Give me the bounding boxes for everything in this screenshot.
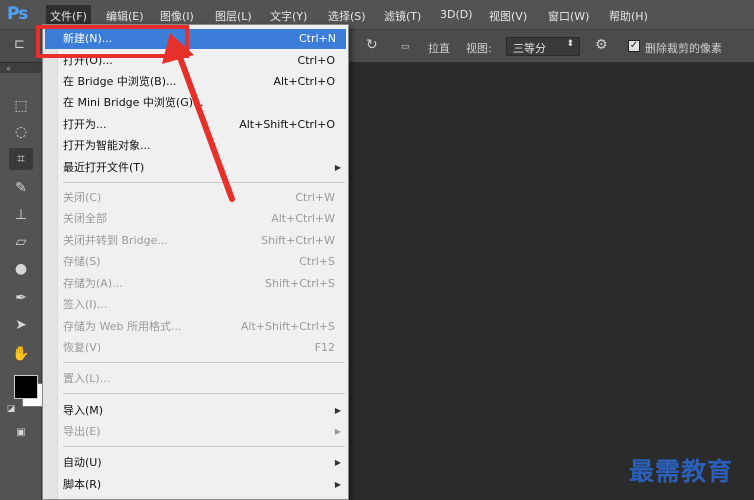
menu-image[interactable]: 图像(I) [160, 8, 194, 24]
collapse-icon[interactable]: « [6, 64, 11, 73]
menu-item-browse-bridge-label: 在 Bridge 中浏览(B)... [63, 75, 177, 88]
path-select-icon[interactable]: ➤ [9, 314, 33, 336]
menu-item-place[interactable]: 置入(L)... [63, 369, 345, 389]
menu-item-close-all-label: 关闭全部 [63, 212, 107, 225]
menu-item-revert-shortcut: F12 [314, 341, 335, 354]
menu-item-revert[interactable]: 恢复(V) F12 [63, 338, 345, 358]
delete-crop-label: 删除裁剪的像素 [645, 42, 722, 55]
menu-item-export[interactable]: 导出(E) ▶ [63, 422, 345, 442]
lasso-icon[interactable]: ◌ [9, 121, 33, 143]
tools-panel: ⬚ ◌ ⌗ ✎ ⊥ ▱ ● ✒ ➤ ✋ ▣ ◪ [0, 73, 42, 500]
menu-item-close-go-bridge-label: 关闭并转到 Bridge... [63, 234, 168, 247]
quick-mask-icon[interactable]: ▣ [9, 422, 33, 444]
menu-item-automate[interactable]: 自动(U) ▶ [63, 453, 345, 473]
menu-item-close-go-bridge[interactable]: 关闭并转到 Bridge... Shift+Ctrl+W [63, 231, 345, 251]
menu-item-automate-label: 自动(U) [63, 456, 102, 469]
straighten-label[interactable]: 拉直 [428, 40, 450, 56]
menu-item-close-label: 关闭(C) [63, 191, 102, 204]
gear-icon[interactable]: ⚙ [595, 37, 608, 53]
menu-item-check-in-label: 签入(I)... [63, 298, 108, 311]
menu-layer[interactable]: 图层(L) [215, 8, 252, 24]
menu-item-open-as-label: 打开为... [63, 118, 107, 131]
menu-item-open-as-shortcut: Alt+Shift+Ctrl+O [239, 118, 335, 131]
menu-item-save-as-shortcut: Shift+Ctrl+S [265, 277, 335, 290]
menu-item-import-label: 导入(M) [63, 404, 104, 417]
menu-type[interactable]: 文字(Y) [270, 8, 307, 24]
menu-item-close-go-bridge-shortcut: Shift+Ctrl+W [261, 234, 335, 247]
menu-item-save-for-web-shortcut: Alt+Shift+Ctrl+S [240, 320, 335, 333]
menu-gutter [43, 25, 58, 499]
view-overlay-value: 三等分 [513, 42, 546, 55]
menu-separator [63, 393, 345, 394]
menu-separator [63, 446, 345, 447]
blur-icon[interactable]: ● [9, 258, 33, 280]
menu-item-save[interactable]: 存储(S) Ctrl+S [63, 252, 345, 272]
menu-item-close-all-shortcut: Alt+Ctrl+W [271, 212, 335, 225]
crop-tool-icon[interactable]: ⊏ [14, 37, 25, 52]
delete-crop-checkbox[interactable]: ✓ [628, 40, 640, 52]
marquee-icon[interactable]: ⬚ [9, 95, 33, 117]
menu-item-recent-files-label: 最近打开文件(T) [63, 161, 145, 174]
menu-3d[interactable]: 3D(D) [440, 8, 473, 21]
menu-item-open-shortcut: Ctrl+O [297, 54, 335, 67]
crop-icon[interactable]: ⌗ [9, 148, 33, 170]
menu-item-save-for-web[interactable]: 存储为 Web 所用格式... Alt+Shift+Ctrl+S [63, 317, 345, 337]
menu-item-close[interactable]: 关闭(C) Ctrl+W [63, 188, 345, 208]
menu-item-import[interactable]: 导入(M) ▶ [63, 401, 345, 421]
annotation-highlight-box [36, 25, 189, 58]
menu-item-scripts-label: 脚本(R) [63, 478, 102, 491]
menu-separator [63, 182, 345, 183]
view-overlay-select[interactable]: 三等分 ⬍ [506, 37, 580, 56]
menu-view[interactable]: 视图(V) [489, 8, 527, 24]
menu-item-place-label: 置入(L)... [63, 372, 111, 385]
view-label: 视图: [466, 42, 492, 55]
menu-item-browse-mini-bridge[interactable]: 在 Mini Bridge 中浏览(G)... [63, 93, 345, 113]
menu-item-close-shortcut: Ctrl+W [295, 191, 335, 204]
submenu-arrow-icon: ▶ [334, 427, 341, 436]
menu-item-browse-bridge-shortcut: Alt+Ctrl+O [273, 75, 335, 88]
menu-item-open-smart-object[interactable]: 打开为智能对象... [63, 136, 345, 156]
pen-icon[interactable]: ✒ [9, 287, 33, 309]
hand-icon[interactable]: ✋ [9, 343, 33, 365]
eyedropper-icon[interactable]: ✎ [9, 177, 33, 199]
menu-item-recent-files[interactable]: 最近打开文件(T) ▶ [63, 158, 345, 178]
submenu-arrow-icon: ▶ [334, 163, 341, 172]
menu-item-export-label: 导出(E) [63, 425, 101, 438]
menu-item-save-as-label: 存储为(A)... [63, 277, 123, 290]
submenu-arrow-icon: ▶ [334, 480, 341, 489]
menu-item-open-smart-object-label: 打开为智能对象... [63, 139, 151, 152]
menu-item-open-as[interactable]: 打开为... Alt+Shift+Ctrl+O [63, 115, 345, 135]
menu-separator [63, 362, 345, 363]
straighten-icon[interactable]: ▭ [401, 42, 410, 52]
menu-help[interactable]: 帮助(H) [609, 8, 648, 24]
submenu-arrow-icon: ▶ [334, 458, 341, 467]
menu-item-browse-mini-bridge-label: 在 Mini Bridge 中浏览(G)... [63, 96, 204, 109]
menu-item-scripts[interactable]: 脚本(R) ▶ [63, 475, 345, 495]
select-arrow-icon: ⬍ [566, 39, 574, 49]
menu-item-save-shortcut: Ctrl+S [299, 255, 335, 268]
menu-item-browse-bridge[interactable]: 在 Bridge 中浏览(B)... Alt+Ctrl+O [63, 72, 345, 92]
menu-filter[interactable]: 滤镜(T) [384, 8, 421, 24]
menu-item-revert-label: 恢复(V) [63, 341, 102, 354]
foreground-color-swatch[interactable] [14, 375, 38, 399]
stamp-icon[interactable]: ⊥ [9, 204, 33, 226]
menu-item-save-as[interactable]: 存储为(A)... Shift+Ctrl+S [63, 274, 345, 294]
eraser-icon[interactable]: ▱ [9, 231, 33, 253]
submenu-arrow-icon: ▶ [334, 406, 341, 415]
menu-window[interactable]: 窗口(W) [548, 8, 589, 24]
menu-item-check-in[interactable]: 签入(I)... [63, 295, 345, 315]
menu-select[interactable]: 选择(S) [328, 8, 366, 24]
photoshop-logo: Ps [7, 4, 28, 24]
default-colors-icon[interactable]: ◪ [4, 398, 18, 420]
menu-item-save-label: 存储(S) [63, 255, 101, 268]
menu-edit[interactable]: 编辑(E) [106, 8, 144, 24]
rotate-icon[interactable]: ↻ [366, 37, 378, 53]
menu-item-new-shortcut: Ctrl+N [298, 32, 336, 45]
file-menu-dropdown: 新建(N)... Ctrl+N 打开(O)... Ctrl+O 在 Bridge… [42, 24, 349, 500]
watermark-logo: 最需教育 [629, 457, 734, 486]
menu-item-save-for-web-label: 存储为 Web 所用格式... [63, 320, 182, 333]
menu-item-close-all[interactable]: 关闭全部 Alt+Ctrl+W [63, 209, 345, 229]
